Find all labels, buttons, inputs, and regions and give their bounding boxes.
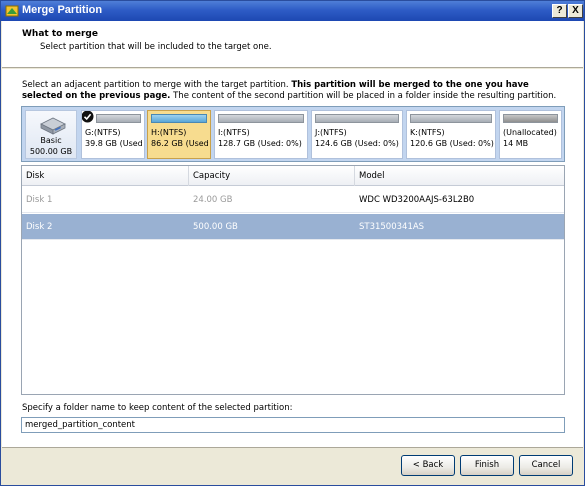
partition-name: I:(NTFS) [218,128,250,137]
merge-partition-dialog: Merge Partition ? X What to merge Select… [0,0,585,486]
partition-h[interactable]: H:(NTFS) 86.2 GB (Used [147,110,211,159]
cancel-button[interactable]: Cancel [519,455,573,476]
title-bar[interactable]: Merge Partition ? X [1,1,584,21]
disk-cell: Disk 1 [26,195,53,205]
wizard-content: Select an adjacent partition to merge wi… [2,69,583,447]
back-button[interactable]: < Back [401,455,455,476]
partition-name: K:(NTFS) [410,128,445,137]
disk-cell: Disk 2 [26,222,53,232]
partition-name: G:(NTFS) [85,128,121,137]
header-subtitle: Select partition that will be included t… [40,42,272,52]
folder-name-label: Specify a folder name to keep content of… [22,403,293,413]
description-text: Select an adjacent partition to merge wi… [22,80,292,90]
disk-map: Basic 500.00 GB G:(NTFS) 39.8 GB (Used H… [21,106,565,162]
partition-j[interactable]: J:(NTFS) 124.6 GB (Used: 0%) [311,110,403,159]
partition-usage-bar [96,114,141,123]
partition-info: 124.6 GB (Used: 0%) [315,139,399,148]
disk-table: Disk Capacity Model Disk 1 24.00 GB WDC … [21,165,565,395]
table-row[interactable]: Disk 1 24.00 GB WDC WD3200AAJS-63L2B0 [22,187,564,213]
partition-name: H:(NTFS) [151,128,187,137]
column-header-capacity[interactable]: Capacity [189,166,355,186]
partition-usage-bar [151,114,207,123]
table-row[interactable]: Disk 2 500.00 GB ST31500341AS [22,214,564,240]
partition-name: (Unallocated) [503,128,557,137]
partition-info: 14 MB [503,139,529,148]
disk-type-label: Basic [40,136,62,145]
partition-i[interactable]: I:(NTFS) 128.7 GB (Used: 0%) [214,110,308,159]
window-title: Merge Partition [22,4,103,16]
wizard-header: What to merge Select partition that will… [2,21,583,68]
merge-description: Select an adjacent partition to merge wi… [22,80,567,102]
column-header-disk[interactable]: Disk [22,166,189,186]
close-button[interactable]: X [568,4,583,18]
partition-info: 86.2 GB (Used [151,139,209,148]
description-text-2: The content of the second partition will… [170,91,557,101]
partition-info: 128.7 GB (Used: 0%) [218,139,302,148]
partition-g[interactable]: G:(NTFS) 39.8 GB (Used [81,110,145,159]
partition-usage-bar [410,114,492,123]
help-button[interactable]: ? [552,4,567,18]
column-header-model[interactable]: Model [355,166,564,186]
partition-k[interactable]: K:(NTFS) 120.6 GB (Used: 0%) [406,110,496,159]
partition-usage-bar [315,114,399,123]
partition-usage-bar [503,114,558,123]
partition-info: 39.8 GB (Used [85,139,143,148]
hard-disk-icon [40,117,66,135]
app-icon [5,5,19,17]
disk-size-label: 500.00 GB [29,147,73,156]
disk-tile[interactable]: Basic 500.00 GB [25,110,77,159]
finish-button[interactable]: Finish [460,455,514,476]
footer-divider [2,447,583,448]
partition-info: 120.6 GB (Used: 0%) [410,139,494,148]
partition-usage-bar [218,114,304,123]
folder-name-input[interactable]: merged_partition_content [21,417,565,433]
header-title: What to merge [22,29,98,39]
table-header: Disk Capacity Model [22,166,564,186]
partition-name: J:(NTFS) [315,128,347,137]
model-cell: WDC WD3200AAJS-63L2B0 [359,195,475,205]
capacity-cell: 24.00 GB [193,195,233,205]
checkmark-icon [82,111,94,123]
model-cell: ST31500341AS [359,222,425,232]
partition-unallocated[interactable]: (Unallocated) 14 MB [499,110,562,159]
capacity-cell: 500.00 GB [193,222,238,232]
